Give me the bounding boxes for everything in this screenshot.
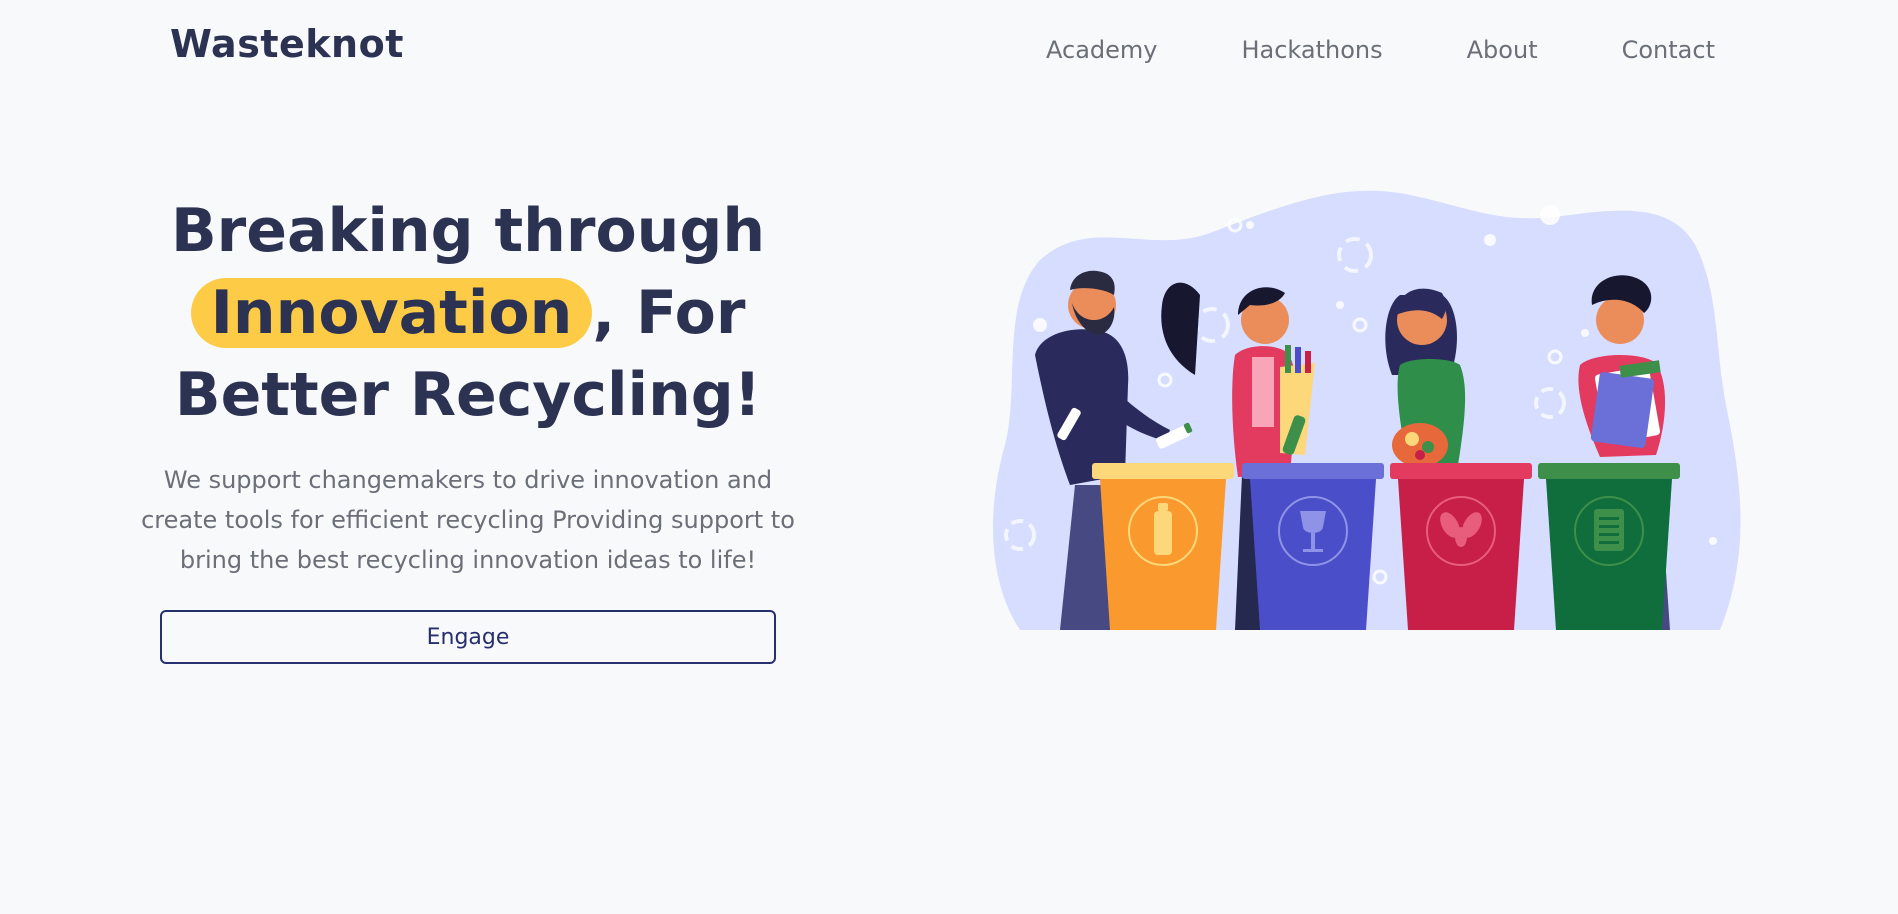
hero-description: We support changemakers to drive innovat… xyxy=(141,466,795,574)
main-nav: Academy Hackathons About Contact xyxy=(1046,36,1715,64)
bin-green xyxy=(1538,463,1680,630)
nav-link-hackathons[interactable]: Hackathons xyxy=(1241,36,1382,64)
recycling-illustration xyxy=(993,190,1741,630)
nav-link-about[interactable]: About xyxy=(1467,36,1538,64)
headline-line-1: Breaking through xyxy=(170,196,766,266)
bin-orange xyxy=(1092,463,1234,630)
headline-highlight: Innovation xyxy=(190,278,593,348)
bin-blue xyxy=(1242,463,1384,630)
nav-link-contact[interactable]: Contact xyxy=(1622,36,1715,64)
hero-headline: Breaking through Innovation, For Better … xyxy=(120,190,816,436)
nav-link-academy[interactable]: Academy xyxy=(1046,36,1157,64)
headline-after-highlight: , For xyxy=(592,278,746,348)
paper-icon xyxy=(1594,509,1624,551)
hero-section: Breaking through Innovation, For Better … xyxy=(120,190,816,664)
brand-logo[interactable]: Wasteknot xyxy=(170,22,404,66)
engage-button[interactable]: Engage xyxy=(160,610,776,664)
headline-line-3: Better Recycling! xyxy=(174,360,762,430)
bin-red xyxy=(1390,463,1532,630)
